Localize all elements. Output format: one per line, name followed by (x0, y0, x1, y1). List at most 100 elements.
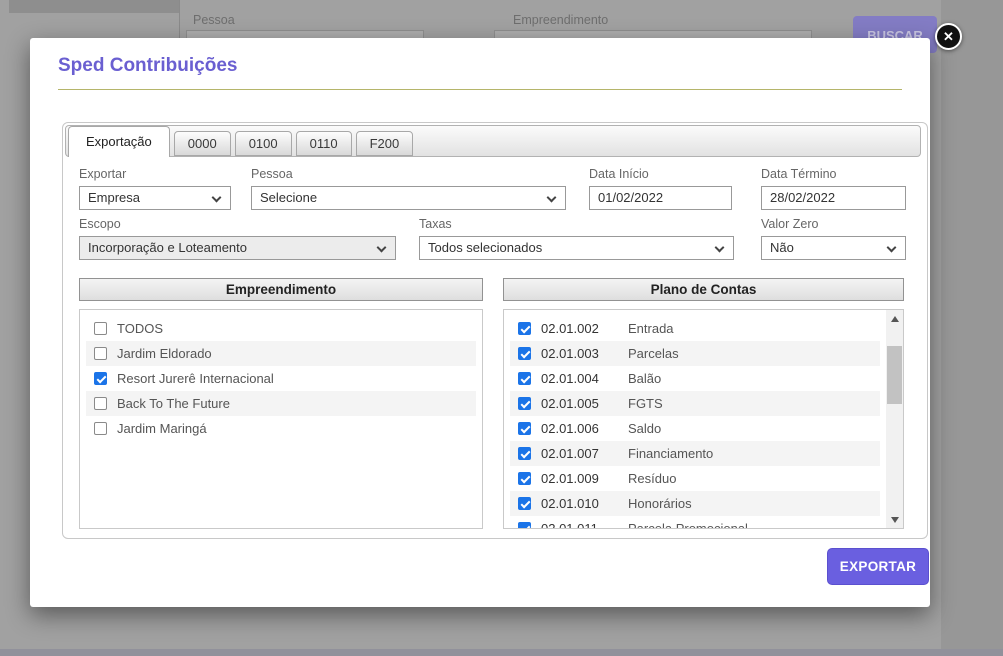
list-item[interactable]: 02.01.003 Parcelas (510, 341, 880, 366)
background-divider (179, 0, 180, 38)
list-item[interactable]: TODOS (86, 316, 476, 341)
account-code: 02.01.006 (541, 421, 628, 436)
list-item[interactable]: Back To The Future (86, 391, 476, 416)
field-pessoa: Pessoa Selecione (251, 167, 566, 210)
pessoa-label: Pessoa (251, 167, 566, 181)
empreendimento-list: TODOS Jardim Eldorado Resort Jurerê Inte… (79, 309, 483, 529)
close-icon[interactable]: ✕ (935, 23, 962, 50)
list-item[interactable]: Resort Jurerê Internacional (86, 366, 476, 391)
field-valor-zero: Valor Zero Não (761, 217, 906, 260)
item-label: Jardim Eldorado (117, 346, 212, 361)
exportar-label: Exportar (79, 167, 231, 181)
tab-panel: Exportação000001000110F200 Exportar Empr… (62, 122, 928, 539)
plano-de-contas-header: Plano de Contas (503, 278, 904, 301)
data-inicio-label: Data Início (589, 167, 732, 181)
data-termino-label: Data Término (761, 167, 906, 181)
taxas-label: Taxas (419, 217, 734, 231)
valor-zero-label: Valor Zero (761, 217, 906, 231)
tab[interactable]: 0000 (174, 131, 231, 156)
checkbox[interactable] (94, 322, 107, 335)
title-separator (58, 89, 902, 90)
data-inicio-input[interactable]: 01/02/2022 (589, 186, 732, 210)
chevron-down-icon (887, 243, 897, 253)
account-code: 02.01.002 (541, 321, 628, 336)
item-label: Resort Jurerê Internacional (117, 371, 274, 386)
account-label: Financiamento (628, 446, 713, 461)
background-header-strip (9, 0, 179, 13)
empreendimento-header: Empreendimento (79, 278, 483, 301)
escopo-label: Escopo (79, 217, 396, 231)
tab[interactable]: Exportação (68, 126, 170, 157)
checkbox[interactable] (94, 397, 107, 410)
account-code: 02.01.004 (541, 371, 628, 386)
account-label: Parcela Promocional (628, 521, 748, 529)
checkbox[interactable] (518, 347, 531, 360)
field-exportar: Exportar Empresa (79, 167, 231, 210)
exportar-button[interactable]: EXPORTAR (827, 548, 929, 585)
checkbox[interactable] (518, 472, 531, 485)
list-item[interactable]: Jardim Maringá (86, 416, 476, 441)
exportar-select[interactable]: Empresa (79, 186, 231, 210)
account-label: Balão (628, 371, 661, 386)
chevron-down-icon (377, 243, 387, 253)
checkbox[interactable] (518, 372, 531, 385)
item-label: TODOS (117, 321, 163, 336)
checkbox[interactable] (518, 397, 531, 410)
field-data-termino: Data Término 28/02/2022 (761, 167, 906, 210)
list-item[interactable]: 02.01.006 Saldo (510, 416, 880, 441)
background-pessoa-label: Pessoa (193, 13, 235, 27)
pessoa-select[interactable]: Selecione (251, 186, 566, 210)
data-termino-input[interactable]: 28/02/2022 (761, 186, 906, 210)
account-code: 02.01.003 (541, 346, 628, 361)
account-label: Parcelas (628, 346, 679, 361)
escopo-select[interactable]: Incorporação e Loteamento (79, 236, 396, 260)
checkbox[interactable] (518, 422, 531, 435)
checkbox[interactable] (94, 347, 107, 360)
checkbox[interactable] (94, 372, 107, 385)
background-empreendimento-label: Empreendimento (513, 13, 608, 27)
scroll-down-icon[interactable] (886, 511, 903, 528)
tab[interactable]: 0110 (296, 131, 352, 156)
account-code: 02.01.011 (541, 521, 628, 529)
list-item[interactable]: 02.01.011 Parcela Promocional (510, 516, 880, 529)
modal-title: Sped Contribuições (58, 55, 237, 77)
tab[interactable]: F200 (356, 131, 414, 156)
item-label: Back To The Future (117, 396, 230, 411)
checkbox[interactable] (94, 422, 107, 435)
plano-de-contas-list: 02.01.002 Entrada 02.01.003 Parcelas 02.… (503, 309, 904, 529)
list-item[interactable]: 02.01.010 Honorários (510, 491, 880, 516)
checkbox[interactable] (518, 497, 531, 510)
item-label: Jardim Maringá (117, 421, 207, 436)
field-escopo: Escopo Incorporação e Loteamento (79, 217, 396, 260)
account-label: Entrada (628, 321, 674, 336)
chevron-down-icon (547, 193, 557, 203)
taxas-select[interactable]: Todos selecionados (419, 236, 734, 260)
field-data-inicio: Data Início 01/02/2022 (589, 167, 732, 210)
chevron-down-icon (715, 243, 725, 253)
account-code: 02.01.007 (541, 446, 628, 461)
list-item[interactable]: 02.01.004 Balão (510, 366, 880, 391)
list-item[interactable]: 02.01.009 Resíduo (510, 466, 880, 491)
field-taxas: Taxas Todos selecionados (419, 217, 734, 260)
valor-zero-select[interactable]: Não (761, 236, 906, 260)
list-item[interactable]: Jardim Eldorado (86, 341, 476, 366)
scrollbar[interactable] (886, 310, 903, 528)
checkbox[interactable] (518, 322, 531, 335)
account-code: 02.01.005 (541, 396, 628, 411)
account-code: 02.01.010 (541, 496, 628, 511)
account-label: FGTS (628, 396, 663, 411)
list-item[interactable]: 02.01.002 Entrada (510, 316, 880, 341)
account-label: Honorários (628, 496, 692, 511)
checkbox[interactable] (518, 447, 531, 460)
background-footer-strip (0, 649, 1003, 656)
account-code: 02.01.009 (541, 471, 628, 486)
scroll-up-icon[interactable] (886, 310, 903, 327)
scrollbar-thumb[interactable] (887, 346, 902, 404)
chevron-down-icon (212, 193, 222, 203)
list-item[interactable]: 02.01.007 Financiamento (510, 441, 880, 466)
account-label: Resíduo (628, 471, 676, 486)
tab[interactable]: 0100 (235, 131, 292, 156)
list-item[interactable]: 02.01.005 FGTS (510, 391, 880, 416)
checkbox[interactable] (518, 522, 531, 529)
background-right-column (941, 0, 1003, 656)
